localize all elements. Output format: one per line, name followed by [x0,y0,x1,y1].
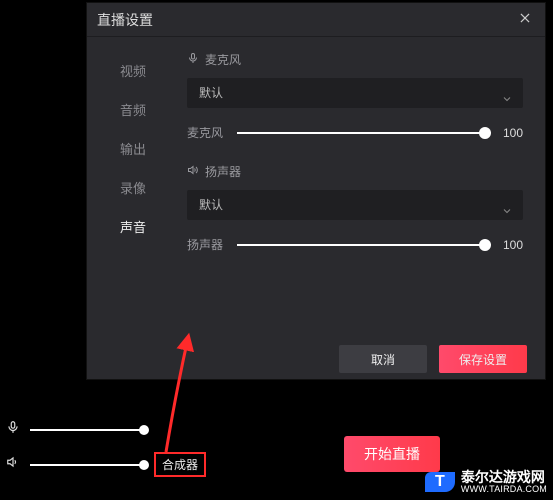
speaker-section-label: 扬声器 [205,163,241,180]
speaker-volume-row: 扬声器 100 [187,236,523,253]
mic-section-label: 麦克风 [205,51,241,68]
sidebar-item-sound[interactable]: 声音 [87,207,179,246]
watermark-badge: T [425,472,455,492]
bottom-mic-row [6,420,144,439]
speaker-icon [187,164,199,179]
speaker-section-header: 扬声器 [187,163,523,180]
microphone-icon [187,52,199,67]
watermark: T 泰尔达游戏网 WWW.TAIRDA.COM [425,470,547,494]
speaker-icon [6,455,20,474]
save-settings-button[interactable]: 保存设置 [439,345,527,373]
mic-volume-slider[interactable] [237,132,485,134]
microphone-icon [6,420,20,439]
cancel-button[interactable]: 取消 [339,345,427,373]
mic-section-header: 麦克风 [187,51,523,68]
watermark-url: WWW.TAIRDA.COM [461,484,547,494]
speaker-volume-label: 扬声器 [187,236,227,253]
speaker-device-dropdown[interactable]: 默认 [187,190,523,220]
settings-panel-sound: 麦克风 默认 麦克风 100 [179,37,545,337]
mixer-button[interactable]: 合成器 [154,452,206,477]
speaker-volume-slider[interactable] [237,244,485,246]
mic-volume-row: 麦克风 100 [187,124,523,141]
close-icon[interactable] [515,9,535,30]
speaker-volume-thumb[interactable] [479,239,491,251]
settings-sidebar: 视频 音频 输出 录像 声音 [87,37,179,337]
sidebar-item-output[interactable]: 输出 [87,129,179,168]
speaker-volume-value: 100 [495,238,523,252]
mic-device-selected: 默认 [199,86,223,100]
chevron-down-icon [501,198,513,228]
dialog-title: 直播设置 [97,10,515,30]
chevron-down-icon [501,86,513,116]
sidebar-item-record[interactable]: 录像 [87,168,179,207]
sidebar-item-audio[interactable]: 音频 [87,90,179,129]
speaker-device-selected: 默认 [199,198,223,212]
mic-volume-thumb[interactable] [479,127,491,139]
bottom-mic-volume-slider[interactable] [30,429,144,431]
bottom-mic-volume-thumb[interactable] [139,425,149,435]
live-settings-dialog: 直播设置 视频 音频 输出 录像 声音 麦克风 [86,2,546,380]
dialog-header: 直播设置 [87,3,545,37]
mic-volume-value: 100 [495,126,523,140]
sidebar-item-video[interactable]: 视频 [87,51,179,90]
watermark-name: 泰尔达游戏网 [461,470,547,484]
mic-volume-label: 麦克风 [187,124,227,141]
mic-device-dropdown[interactable]: 默认 [187,78,523,108]
bottom-speaker-row: 合成器 [6,452,206,477]
start-live-button[interactable]: 开始直播 [344,436,440,472]
bottom-speaker-volume-slider[interactable] [30,464,144,466]
dialog-footer: 取消 保存设置 [87,337,545,381]
bottom-speaker-volume-thumb[interactable] [139,460,149,470]
